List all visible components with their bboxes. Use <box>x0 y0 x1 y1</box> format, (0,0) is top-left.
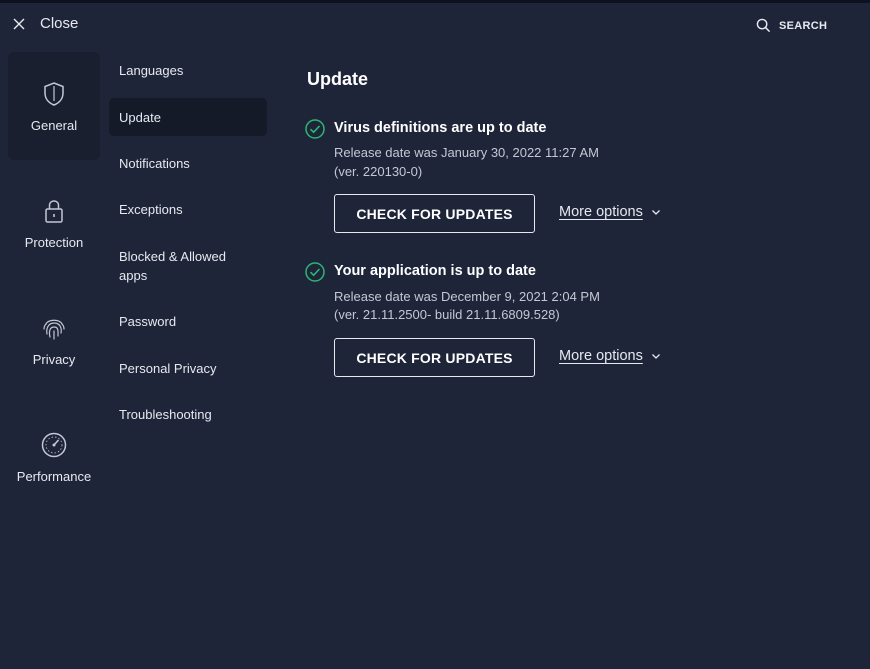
subnav-item-languages[interactable]: Languages <box>109 60 267 80</box>
speedometer-icon <box>41 432 67 457</box>
subnav-item-label: Troubleshooting <box>119 406 212 422</box>
search-button[interactable]: SEARCH <box>756 18 827 33</box>
category-general[interactable]: General <box>8 52 100 160</box>
category-label: Protection <box>24 234 84 250</box>
subnav-item-troubleshooting[interactable]: Troubleshooting <box>109 404 267 424</box>
fingerprint-icon <box>43 319 65 340</box>
application-release: Release date was December 9, 2021 2:04 P… <box>334 289 600 304</box>
chevron-down-icon <box>651 354 660 359</box>
more-options-label: More options <box>559 348 643 364</box>
page-title: Update <box>307 69 369 89</box>
application-version: (ver. 21.11.2500- build 21.11.6809.528) <box>334 307 560 322</box>
subnav-item-label: Exceptions <box>119 201 183 217</box>
more-options-application-link[interactable]: More options <box>559 348 661 364</box>
more-options-label: More options <box>559 204 643 220</box>
subnav-item-notifications[interactable]: Notifications <box>109 153 267 173</box>
check-for-updates-definitions-button[interactable]: CHECK FOR UPDATES <box>334 194 535 233</box>
close-button[interactable]: Close <box>12 15 78 32</box>
subnav-item-label: Update <box>119 109 161 125</box>
subnav-item-blocked-allowed-apps[interactable]: Blocked & Allowed apps <box>109 246 249 286</box>
category-label: Performance <box>16 468 92 484</box>
lock-icon <box>45 199 63 223</box>
check-circle-icon <box>305 262 325 282</box>
category-label: Privacy <box>32 351 76 367</box>
subnav-item-personal-privacy[interactable]: Personal Privacy <box>109 358 267 378</box>
virus-definitions-release: Release date was January 30, 2022 11:27 … <box>334 145 599 160</box>
subnav-item-label: Languages <box>119 62 184 78</box>
subnav-item-label: Blocked & Allowed apps <box>119 249 226 283</box>
category-protection[interactable]: Protection <box>8 169 100 277</box>
chevron-down-icon <box>651 210 660 215</box>
close-icon <box>13 18 25 29</box>
virus-definitions-status: Virus definitions are up to date <box>334 120 547 136</box>
check-for-updates-application-button[interactable]: CHECK FOR UPDATES <box>334 338 535 377</box>
subnav-item-update[interactable]: Update <box>109 98 267 136</box>
application-status: Your application is up to date <box>334 263 536 279</box>
subnav-item-exceptions[interactable]: Exceptions <box>109 199 267 219</box>
subnav-item-label: Password <box>119 313 177 329</box>
more-options-definitions-link[interactable]: More options <box>559 204 661 220</box>
search-icon <box>756 18 771 33</box>
check-circle-icon <box>305 119 325 139</box>
subnav-item-label: Personal Privacy <box>119 360 217 376</box>
virus-definitions-version: (ver. 220130-0) <box>334 164 423 179</box>
subnav-item-label: Notifications <box>119 155 190 171</box>
category-label: General <box>30 117 78 133</box>
settings-window: Close SEARCH General Protection Privacy … <box>0 0 870 669</box>
subnav-item-password[interactable]: Password <box>109 311 267 331</box>
shield-icon <box>44 81 64 106</box>
category-privacy[interactable]: Privacy <box>8 286 100 394</box>
search-label: SEARCH <box>779 19 828 32</box>
close-label: Close <box>40 15 79 32</box>
category-performance[interactable]: Performance <box>8 403 100 511</box>
